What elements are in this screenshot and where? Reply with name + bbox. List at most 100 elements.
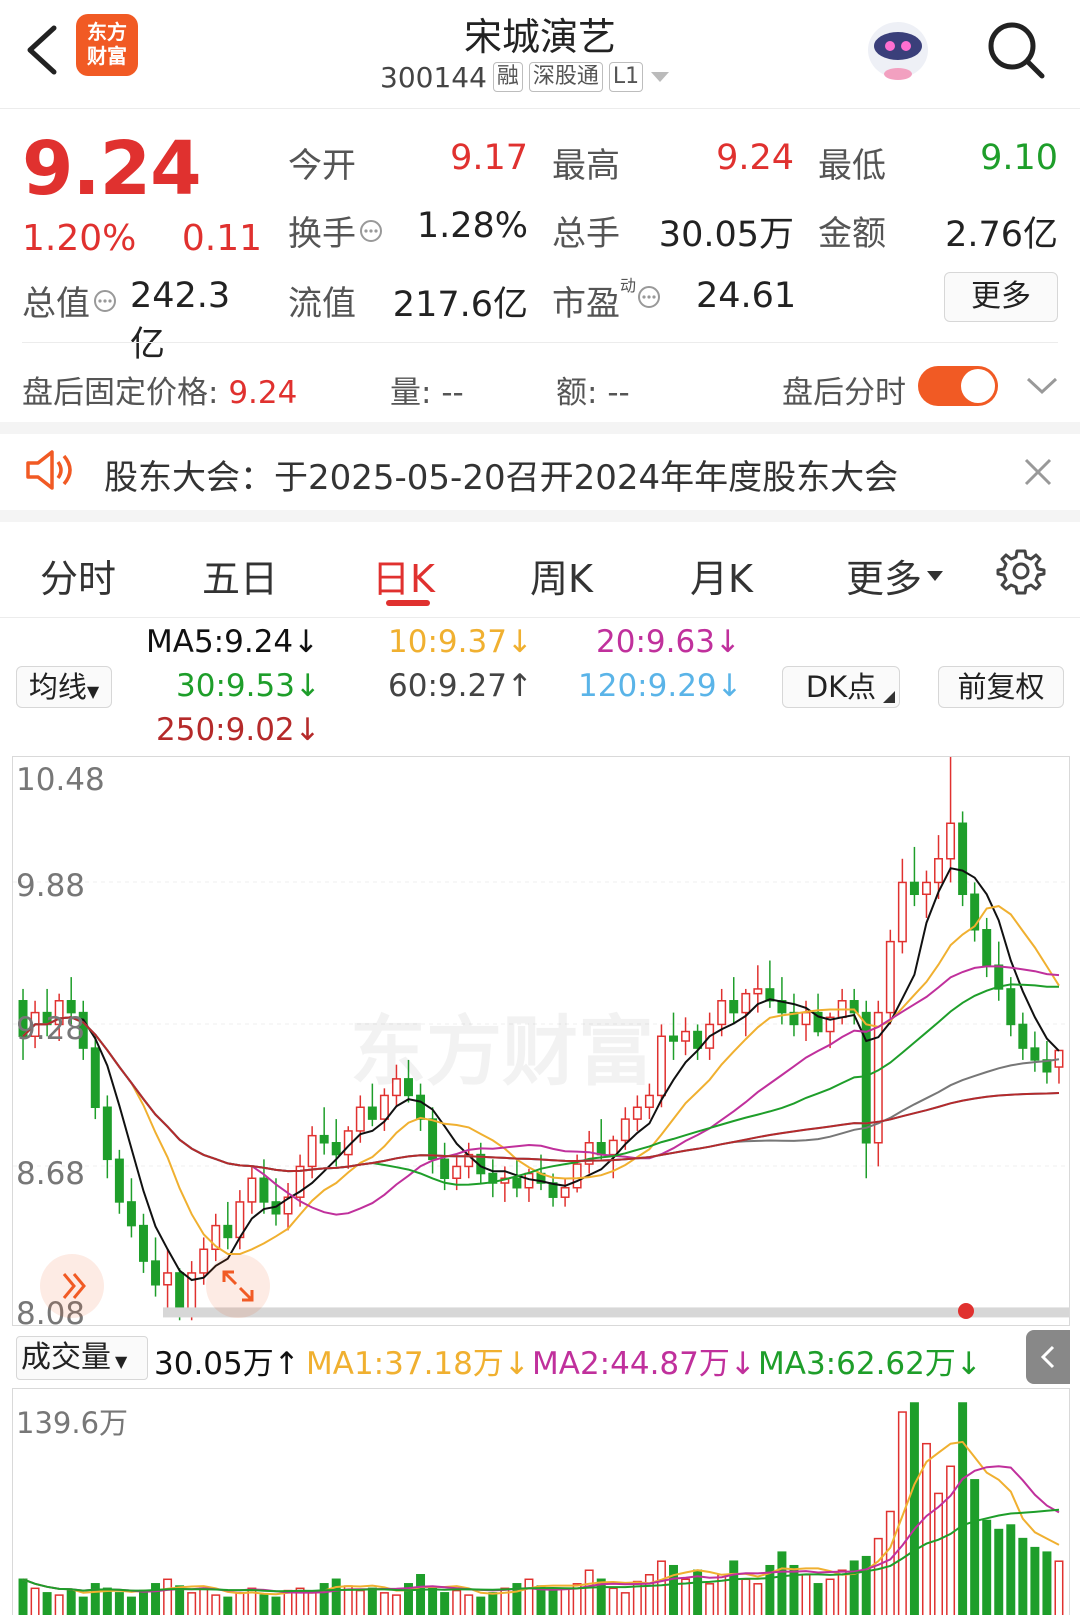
search-button[interactable] xyxy=(984,18,1050,84)
candle-body xyxy=(620,1118,630,1142)
volume-bar xyxy=(813,1583,823,1615)
tab-more[interactable]: 更多 xyxy=(846,548,944,603)
pe-label[interactable]: 市盈 动 xyxy=(552,276,662,325)
volume-chart[interactable] xyxy=(12,1388,1070,1615)
tab-intraday[interactable]: 分时 xyxy=(40,548,116,603)
volume-bar xyxy=(970,1479,980,1615)
volume-bar xyxy=(30,1587,40,1615)
price-axis-top: 10.48 xyxy=(16,762,105,798)
tab-daily-k[interactable]: 日K xyxy=(372,548,435,603)
volume-bar xyxy=(1042,1551,1052,1615)
candle-body xyxy=(1018,1023,1028,1049)
volume-bar xyxy=(78,1596,88,1615)
volume-bar xyxy=(1018,1537,1028,1615)
volume-bar xyxy=(620,1592,630,1615)
volume-bar xyxy=(789,1564,799,1615)
caret-down-icon xyxy=(927,570,944,581)
fullscreen-button[interactable] xyxy=(206,1254,270,1318)
expand-button[interactable] xyxy=(1024,374,1060,398)
candle-body xyxy=(331,1142,341,1156)
open-value: 9.17 xyxy=(450,138,528,178)
close-notice-button[interactable] xyxy=(1022,456,1054,488)
low-value: 9.10 xyxy=(980,138,1058,178)
volume-bar xyxy=(416,1574,426,1615)
mktcap-label[interactable]: 总值 xyxy=(22,276,118,325)
candle-body xyxy=(1030,1047,1040,1061)
candle-body xyxy=(223,1224,233,1239)
period-low-band xyxy=(163,1307,1069,1318)
adjust-mode-button[interactable]: 前复权 xyxy=(938,666,1064,708)
candle-body xyxy=(958,822,968,896)
vol-ma2: MA2:44.87万↓ xyxy=(532,1338,756,1383)
price-axis-4: 8.68 xyxy=(16,1156,86,1192)
candle-body xyxy=(367,1106,377,1120)
candle-body xyxy=(355,1106,365,1132)
volume-bar xyxy=(837,1569,847,1615)
chevron-left-icon xyxy=(1040,1345,1055,1369)
volume-bar xyxy=(1054,1560,1064,1615)
tab-weekly-k[interactable]: 周K xyxy=(530,548,593,603)
volume-bar xyxy=(199,1587,209,1615)
pe-value: 24.61 xyxy=(696,276,797,316)
volume-bar xyxy=(560,1587,570,1615)
candle-body xyxy=(163,1272,173,1286)
toggle-knob xyxy=(961,369,995,403)
chart-settings-button[interactable] xyxy=(996,546,1046,596)
volume-bar xyxy=(391,1594,401,1615)
ma60-text: 60:9.27 xyxy=(388,668,507,704)
candle-body xyxy=(247,1177,257,1203)
candle-body xyxy=(669,1035,678,1042)
more-quote-button[interactable]: 更多 xyxy=(944,272,1058,322)
event-marker[interactable] xyxy=(958,1303,974,1319)
candle-body xyxy=(175,1272,185,1310)
volume-bar xyxy=(464,1594,474,1615)
candle-body xyxy=(632,1106,642,1120)
collapse-panel-button[interactable] xyxy=(1026,1330,1070,1384)
volume-bar xyxy=(873,1537,883,1615)
mktcap-value: 242.3亿 xyxy=(130,276,231,365)
candle-body xyxy=(138,1224,148,1262)
arrow-down-icon: ↓ xyxy=(294,668,321,704)
turnover-label[interactable]: 换手 xyxy=(288,206,384,255)
float-value: 217.6亿 xyxy=(392,285,528,325)
expand-left-button[interactable] xyxy=(40,1254,104,1318)
vol-ma2-text: MA2:44.87万 xyxy=(532,1346,730,1382)
ma120-text: 120:9.29 xyxy=(578,668,717,704)
high-label: 最高 xyxy=(552,146,620,186)
tab-monthly-k[interactable]: 月K xyxy=(690,548,753,603)
after-hours-volume: 量: -- xyxy=(390,367,464,412)
info-icon xyxy=(638,286,661,308)
indicator-selector[interactable]: 成交量 ▼ xyxy=(16,1336,148,1380)
volume-bar xyxy=(741,1578,751,1615)
ma-selector[interactable]: 均线▼ xyxy=(16,666,112,708)
robot-assistant-icon[interactable] xyxy=(862,12,934,84)
amount-label: 金额 xyxy=(818,214,886,254)
volume-bar xyxy=(958,1402,968,1615)
ma250-value: 250:9.02↓ xyxy=(156,712,321,748)
double-chevron-right-icon xyxy=(62,1273,86,1299)
candle-body xyxy=(572,1163,582,1189)
candle-body xyxy=(452,1165,462,1180)
ma5-value: MA5:9.24↓ xyxy=(146,624,319,660)
volume-bar xyxy=(271,1596,281,1615)
change-percent: 1.20% xyxy=(22,218,137,259)
arrow-down-icon: ↓ xyxy=(955,1346,982,1382)
stock-code-row[interactable]: 300144 融 深股通 L1 xyxy=(380,60,671,94)
volume-bar xyxy=(114,1592,124,1615)
caret-down-icon xyxy=(651,72,670,82)
tab-five-day[interactable]: 五日 xyxy=(202,548,278,603)
after-hours-toggle[interactable] xyxy=(918,366,998,406)
candle-body xyxy=(982,929,992,967)
ma10-text: 10:9.37 xyxy=(388,624,507,660)
volume-bar xyxy=(705,1583,715,1615)
volume-bar xyxy=(909,1402,919,1615)
notice-text[interactable]: 股东大会：于2025-05-20召开2024年年度股东大会 xyxy=(104,450,898,499)
after-hours-price-label: 盘后固定价格: xyxy=(22,375,219,411)
volume-bar xyxy=(548,1589,558,1615)
dk-point-button[interactable]: DK点 xyxy=(782,666,900,708)
volume-bar xyxy=(849,1560,859,1615)
arrow-down-icon: ↓ xyxy=(729,1346,756,1382)
amount-value: 2.76亿 xyxy=(945,215,1058,255)
info-icon xyxy=(94,289,116,312)
volume-bar xyxy=(994,1528,1004,1615)
